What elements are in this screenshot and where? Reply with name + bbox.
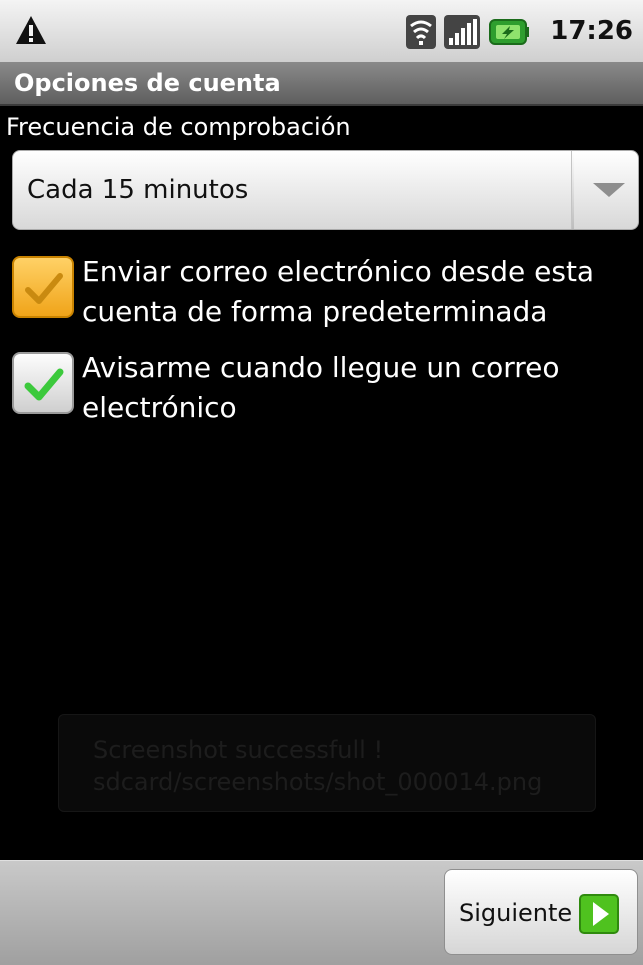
frequency-spinner[interactable]: Cada 15 minutos xyxy=(12,150,639,230)
next-button-label: Siguiente xyxy=(459,899,573,927)
option-notify-email[interactable]: Avisarme cuando llegue un correo electró… xyxy=(12,348,632,428)
default-account-label-line2: cuenta de forma predeterminada xyxy=(82,295,548,328)
notify-email-label: Avisarme cuando llegue un correo electró… xyxy=(82,348,560,428)
chevron-down-icon xyxy=(591,181,627,203)
wifi-icon xyxy=(405,14,437,54)
toast-line1: Screenshot successfull ! xyxy=(93,736,384,764)
option-default-account[interactable]: Enviar correo electrónico desde esta cue… xyxy=(12,252,632,332)
frequency-selected-value: Cada 15 minutos xyxy=(27,175,249,205)
status-bar: 17:26 xyxy=(0,0,643,62)
notify-email-checkbox[interactable] xyxy=(12,352,74,414)
title-bar: Opciones de cuenta xyxy=(0,62,643,106)
page-title: Opciones de cuenta xyxy=(14,69,281,97)
battery-charging-icon xyxy=(488,18,530,50)
frequency-label: Frecuencia de comprobación xyxy=(6,113,351,141)
bottom-bar: Siguiente xyxy=(0,860,643,965)
screenshot-toast: Screenshot successfull ! sdcard/screensh… xyxy=(58,714,596,812)
signal-icon xyxy=(443,14,481,54)
status-clock: 17:26 xyxy=(550,16,633,46)
arrow-right-icon xyxy=(579,894,619,938)
default-account-checkbox[interactable] xyxy=(12,256,74,318)
checkmark-icon xyxy=(25,273,63,304)
checkmark-icon xyxy=(24,368,64,401)
notify-email-label-line1: Avisarme cuando llegue un correo xyxy=(82,351,560,384)
default-account-label: Enviar correo electrónico desde esta cue… xyxy=(82,252,594,332)
default-account-label-line1: Enviar correo electrónico desde esta xyxy=(82,255,595,288)
notify-email-label-line2: electrónico xyxy=(82,391,237,424)
toast-line2: sdcard/screenshots/shot_000014.png xyxy=(93,768,543,796)
next-button[interactable]: Siguiente xyxy=(444,869,638,955)
spinner-divider xyxy=(571,151,574,229)
account-options-screen: 17:26 Opciones de cuenta Frecuencia de c… xyxy=(0,0,643,965)
warning-icon xyxy=(14,14,48,50)
